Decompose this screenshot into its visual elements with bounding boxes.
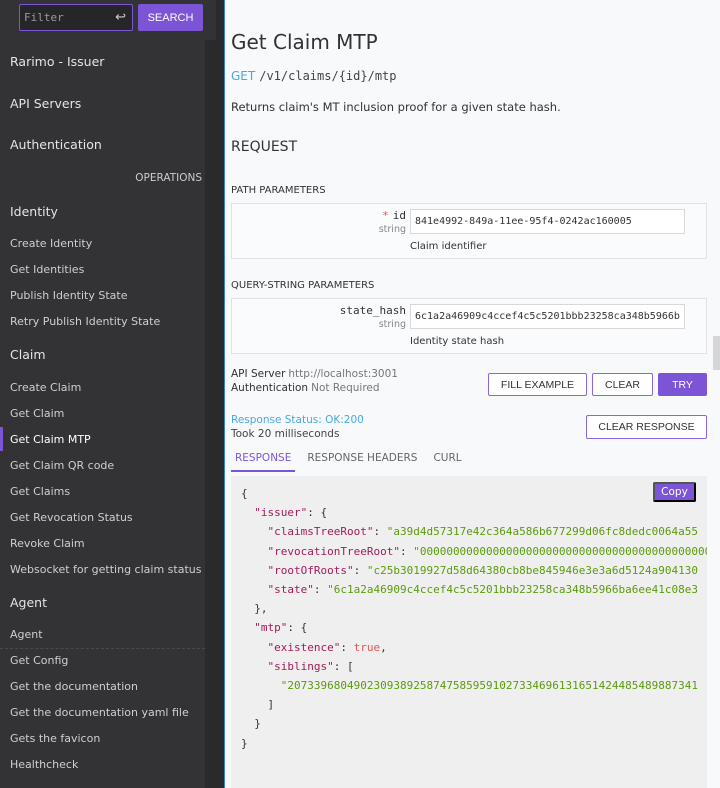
response-time: Took 20 milliseconds (231, 428, 340, 440)
http-method: GET (231, 69, 256, 83)
json-line: { (241, 487, 248, 500)
path-param-box: *id string Claim identifier (231, 203, 707, 259)
nav-item[interactable]: Retry Publish Identity State (10, 315, 160, 328)
param-type: string (378, 319, 406, 330)
tab-response[interactable]: RESPONSE (231, 450, 296, 472)
nav-item[interactable]: Create Identity (10, 237, 92, 250)
nav-item[interactable]: Get Claim (10, 407, 64, 420)
tab-response-headers[interactable]: RESPONSE HEADERS (303, 450, 421, 472)
state-hash-input[interactable] (410, 304, 685, 329)
nav-item[interactable]: Healthcheck (10, 758, 78, 771)
nav-link-authentication[interactable]: Authentication (10, 137, 102, 152)
nav-item[interactable]: Revoke Claim (10, 537, 85, 550)
nav-item[interactable]: Publish Identity State (10, 289, 127, 302)
sidebar-divider (0, 648, 205, 649)
request-heading: REQUEST (231, 139, 298, 155)
api-server-line: API Server http://localhost:3001 (231, 368, 398, 380)
sidebar-scrollbar[interactable] (205, 40, 216, 788)
nav-item[interactable]: Websocket for getting claim status (10, 563, 201, 576)
nav-link-api-servers[interactable]: API Servers (10, 96, 81, 111)
param-name-state-hash: state_hash (339, 304, 406, 317)
clear-response-button[interactable]: CLEAR RESPONSE (586, 415, 707, 439)
nav-item[interactable]: Agent (10, 628, 43, 641)
filter-row: ↩ SEARCH (19, 4, 203, 31)
nav-group-agent[interactable]: Agent (10, 595, 47, 610)
filter-input[interactable] (24, 11, 104, 24)
nav-item[interactable]: Gets the favicon (10, 732, 100, 745)
try-button[interactable]: TRY (658, 373, 707, 396)
api-server-value: http://localhost:3001 (288, 368, 398, 380)
auth-value: Not Required (311, 382, 380, 394)
copy-button[interactable]: Copy (653, 482, 696, 502)
endpoint-path: /v1/claims/{id}/mtp (259, 69, 397, 83)
nav-link-title[interactable]: Rarimo - Issuer (10, 54, 104, 69)
operations-label: OPERATIONS (135, 172, 202, 184)
query-params-heading: QUERY-STRING PARAMETERS (231, 280, 375, 291)
nav-item[interactable]: Get Revocation Status (10, 511, 133, 524)
query-param-box: state_hash string Identity state hash (231, 298, 707, 354)
param-description: Identity state hash (410, 336, 505, 347)
auth-label: Authentication (231, 382, 309, 394)
response-body: Copy{ "issuer": { "claimsTreeRoot": "a39… (231, 476, 707, 788)
main-content: Get Claim MTP GET/v1/claims/{id}/mtp Ret… (224, 0, 720, 788)
nav-item[interactable]: Get the documentation (10, 680, 138, 693)
nav-item[interactable]: Get Config (10, 654, 68, 667)
clear-button[interactable]: CLEAR (592, 373, 653, 396)
param-name: id (392, 209, 406, 222)
nav-group-identity[interactable]: Identity (10, 204, 58, 219)
sidebar: ↩ SEARCH Rarimo - Issuer API Servers Aut… (0, 0, 216, 788)
api-server-label: API Server (231, 368, 286, 380)
main-scrollbar[interactable] (713, 336, 720, 370)
endpoint-line: GET/v1/claims/{id}/mtp (231, 69, 397, 83)
nav-item[interactable]: Get the documentation yaml file (10, 706, 189, 719)
active-indicator (0, 427, 3, 451)
page-title: Get Claim MTP (231, 30, 378, 54)
path-params-heading: PATH PARAMETERS (231, 185, 326, 196)
description: Returns claim's MT inclusion proof for a… (231, 100, 561, 114)
nav-item[interactable]: Get Claim QR code (10, 459, 114, 472)
nav-item-active[interactable]: Get Claim MTP (10, 433, 91, 446)
response-tabs: RESPONSE RESPONSE HEADERS CURL (231, 450, 474, 472)
fill-example-button[interactable]: FILL EXAMPLE (488, 373, 587, 396)
required-mark: * (382, 209, 389, 222)
param-description: Claim identifier (410, 241, 487, 252)
nav-item[interactable]: Get Claims (10, 485, 70, 498)
nav-group-claim[interactable]: Claim (10, 347, 46, 362)
response-status: Response Status: OK:200 (231, 414, 364, 426)
tab-curl[interactable]: CURL (429, 450, 465, 472)
auth-line: Authentication Not Required (231, 382, 380, 394)
gutter (216, 0, 224, 788)
nav-item[interactable]: Create Claim (10, 381, 81, 394)
param-type: string (378, 224, 406, 235)
id-input[interactable] (410, 209, 685, 234)
param-name-id: * id (382, 209, 406, 222)
filter-box[interactable]: ↩ (19, 4, 133, 31)
search-button[interactable]: SEARCH (138, 4, 203, 31)
nav-item[interactable]: Get Identities (10, 263, 84, 276)
enter-icon: ↩ (115, 10, 126, 25)
